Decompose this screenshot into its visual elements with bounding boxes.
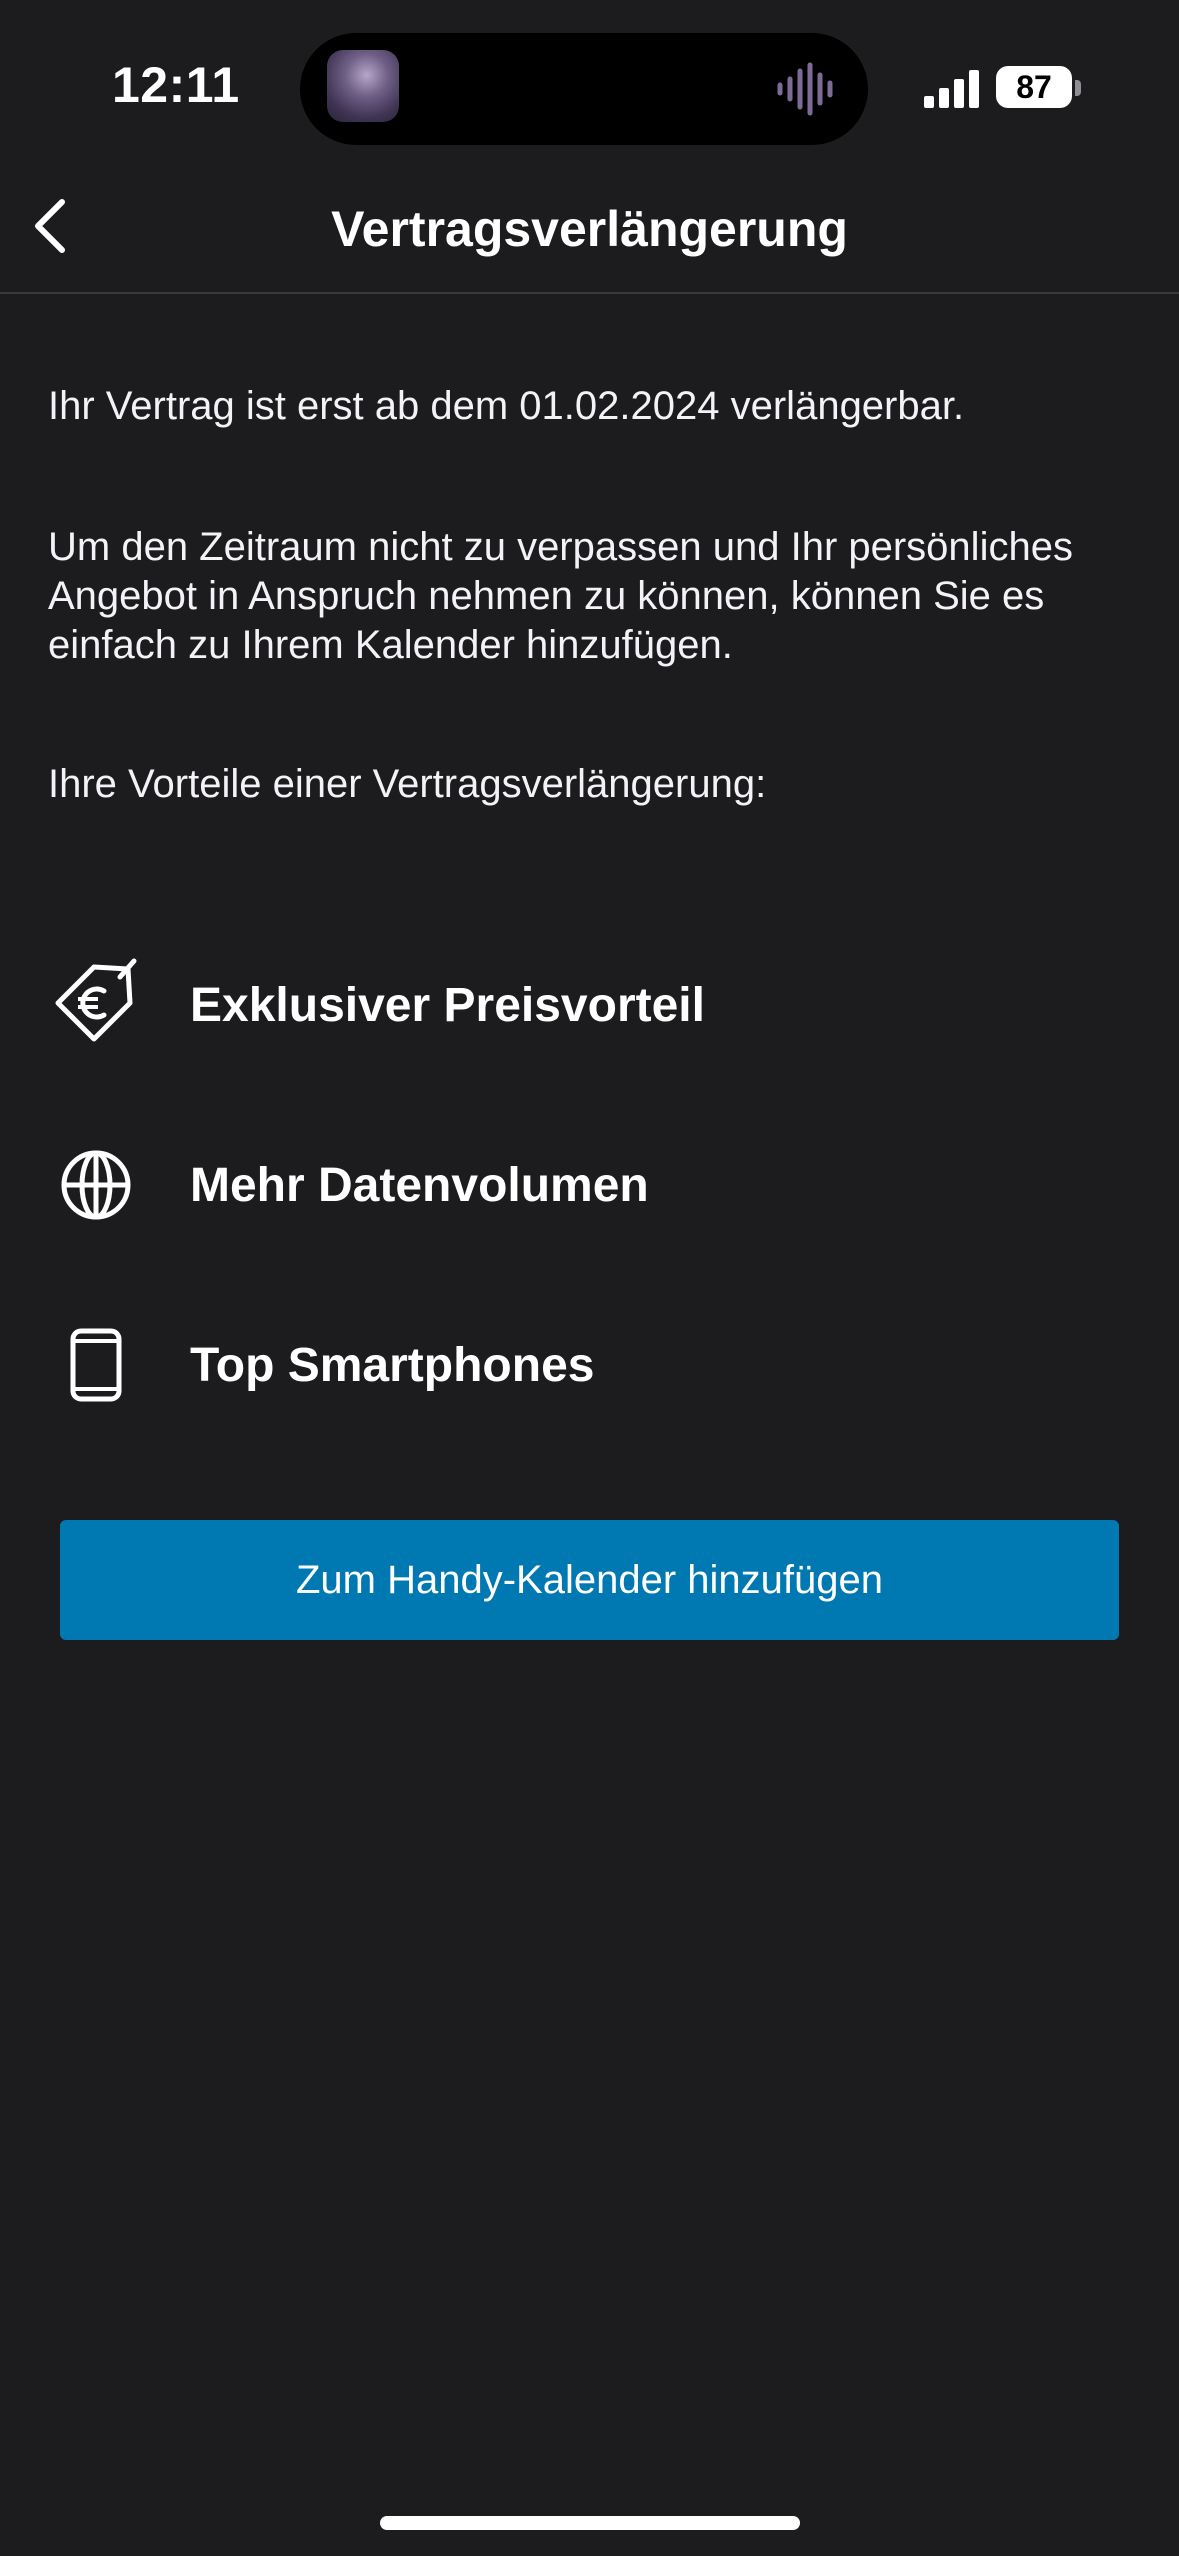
cellular-signal-icon (924, 70, 979, 108)
benefits-heading: Ihre Vorteile einer Vertragsverlängerung… (48, 762, 767, 806)
battery-cap (1075, 80, 1081, 96)
renewal-info-text: Ihr Vertrag ist erst ab dem 01.02.2024 v… (48, 384, 965, 428)
audio-waveform-icon (777, 62, 833, 116)
now-playing-artwork (327, 50, 399, 122)
benefit-item-data: Mehr Datenvolumen (48, 1130, 1128, 1240)
benefit-label: Top Smartphones (190, 1338, 595, 1392)
battery-indicator: 87 (996, 66, 1072, 108)
add-to-calendar-button[interactable]: Zum Handy-Kalender hinzufügen (60, 1520, 1119, 1640)
euro-tag-icon (48, 957, 144, 1053)
dynamic-island[interactable] (300, 33, 868, 145)
benefit-label: Mehr Datenvolumen (190, 1158, 649, 1212)
smartphone-icon (48, 1317, 144, 1413)
benefit-item-price: Exklusiver Preisvorteil (48, 950, 1128, 1060)
globe-icon (48, 1137, 144, 1233)
navigation-header: Vertragsverlängerung (0, 160, 1179, 294)
benefit-label: Exklusiver Preisvorteil (190, 978, 705, 1032)
benefit-item-smartphones: Top Smartphones (48, 1310, 1128, 1420)
home-indicator[interactable] (380, 2516, 800, 2530)
status-time: 12:11 (112, 57, 240, 113)
page-title: Vertragsverlängerung (331, 201, 848, 257)
calendar-description-text: Um den Zeitraum nicht zu verpassen und I… (48, 525, 1073, 667)
